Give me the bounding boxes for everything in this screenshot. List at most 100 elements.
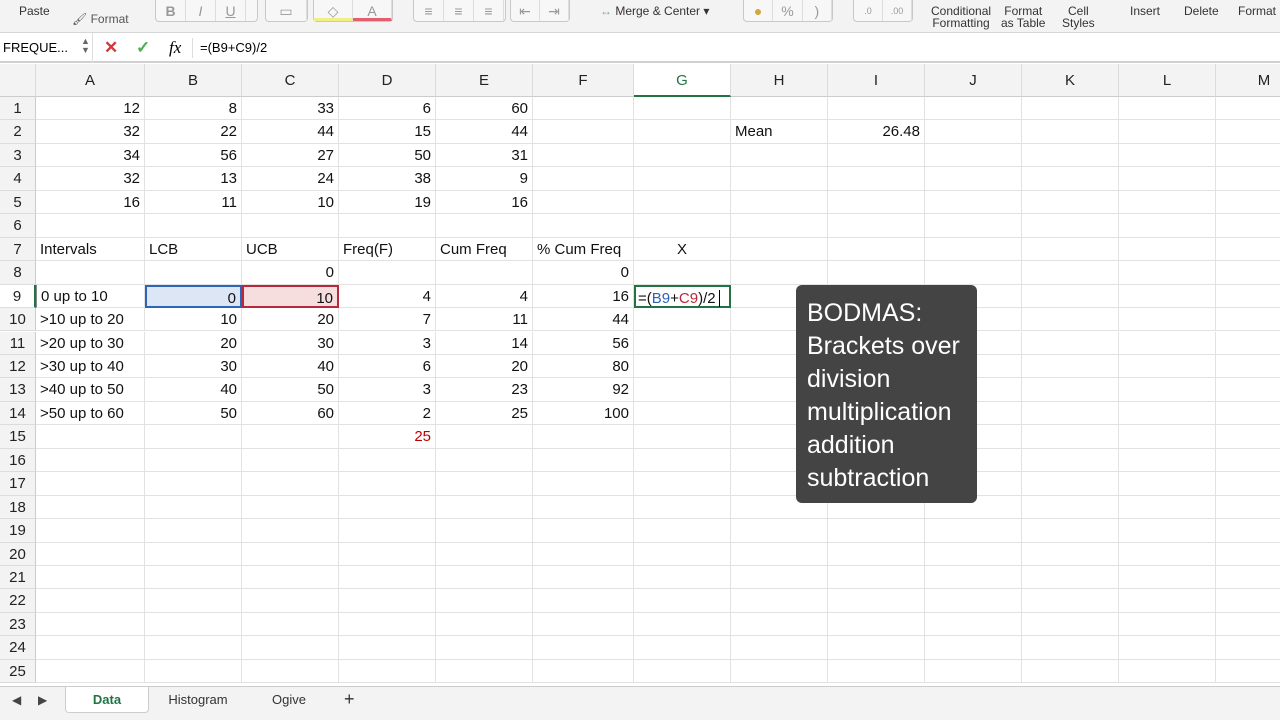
cell-M3[interactable] <box>1216 144 1280 168</box>
cell-M1[interactable] <box>1216 97 1280 121</box>
cell-A23[interactable] <box>36 612 145 637</box>
cell-M10[interactable] <box>1216 308 1280 332</box>
cell-A19[interactable] <box>36 519 145 543</box>
column-header-D[interactable]: D <box>339 64 436 97</box>
format-cells-button[interactable]: Format <box>1238 5 1276 17</box>
cell-D14[interactable]: 2 <box>339 401 436 426</box>
row-header-5[interactable]: 5 <box>0 190 36 215</box>
cell-B25[interactable] <box>145 659 242 684</box>
cell-K3[interactable] <box>1022 143 1119 168</box>
function-icon[interactable]: fx <box>169 38 181 58</box>
cell-H20[interactable] <box>731 542 828 566</box>
cell-B16[interactable] <box>145 448 242 473</box>
cell-M4[interactable] <box>1216 167 1280 191</box>
cell-A16[interactable] <box>36 448 145 473</box>
cell-F10[interactable]: 44 <box>533 308 634 332</box>
cell-D25[interactable] <box>339 659 436 684</box>
cell-C16[interactable] <box>242 448 339 473</box>
cell-C23[interactable] <box>242 612 339 637</box>
cell-J22[interactable] <box>925 589 1022 613</box>
row-header-19[interactable]: 19 <box>0 519 36 543</box>
cell-G7[interactable]: X <box>634 237 731 262</box>
cell-G21[interactable] <box>634 566 731 590</box>
column-header-G[interactable]: G <box>634 64 731 97</box>
cell-A18[interactable] <box>36 495 145 520</box>
add-sheet-button[interactable]: + <box>344 689 355 710</box>
comma-button[interactable]: ) <box>803 0 832 21</box>
column-header-A[interactable]: A <box>36 64 145 97</box>
format-painter-button[interactable]: 🖌 Format <box>72 13 129 25</box>
cell-F15[interactable] <box>533 425 634 449</box>
cell-E9[interactable]: 4 <box>436 284 533 309</box>
column-header-J[interactable]: J <box>925 64 1022 97</box>
cell-C13[interactable]: 50 <box>242 378 339 402</box>
cell-L17[interactable] <box>1119 472 1216 496</box>
cell-B19[interactable] <box>145 519 242 543</box>
fill-color-button[interactable]: ◇ <box>314 0 353 21</box>
cell-E1[interactable]: 60 <box>436 97 533 121</box>
cell-D12[interactable]: 6 <box>339 354 436 379</box>
cell-M2[interactable] <box>1216 120 1280 144</box>
cell-A24[interactable] <box>36 636 145 660</box>
cell-A20[interactable] <box>36 542 145 566</box>
cell-F22[interactable] <box>533 589 634 613</box>
cell-D10[interactable]: 7 <box>339 308 436 332</box>
cell-I24[interactable] <box>828 636 925 660</box>
cancel-icon[interactable]: ✕ <box>104 38 118 58</box>
cell-K14[interactable] <box>1022 401 1119 426</box>
cell-J8[interactable] <box>925 261 1022 285</box>
cell-F13[interactable]: 92 <box>533 378 634 402</box>
row-header-6[interactable]: 6 <box>0 214 36 238</box>
row-header-22[interactable]: 22 <box>0 589 36 613</box>
cell-styles-button[interactable]: Cell Styles <box>1062 5 1095 29</box>
paste-button[interactable]: Paste <box>19 5 50 17</box>
cell-B18[interactable] <box>145 495 242 520</box>
cell-C20[interactable] <box>242 542 339 566</box>
row-header-7[interactable]: 7 <box>0 237 36 262</box>
cell-F6[interactable] <box>533 214 634 238</box>
cell-G14[interactable] <box>634 401 731 426</box>
cell-I25[interactable] <box>828 659 925 684</box>
cell-C19[interactable] <box>242 519 339 543</box>
cell-D23[interactable] <box>339 612 436 637</box>
cell-B5[interactable]: 11 <box>145 190 242 215</box>
cell-M15[interactable] <box>1216 425 1280 449</box>
cell-G24[interactable] <box>634 636 731 660</box>
align-right-button[interactable]: ≡ <box>474 0 504 21</box>
cell-J24[interactable] <box>925 636 1022 660</box>
cell-A10[interactable]: >10 up to 20 <box>36 308 145 332</box>
column-header-C[interactable]: C <box>242 64 339 97</box>
cell-E21[interactable] <box>436 566 533 590</box>
cell-E15[interactable] <box>436 425 533 449</box>
cell-G18[interactable] <box>634 495 731 520</box>
cell-G22[interactable] <box>634 589 731 613</box>
cell-E22[interactable] <box>436 589 533 613</box>
cell-K2[interactable] <box>1022 120 1119 144</box>
cell-L21[interactable] <box>1119 566 1216 590</box>
cell-K13[interactable] <box>1022 378 1119 402</box>
cell-G15[interactable] <box>634 425 731 449</box>
cell-A1[interactable]: 12 <box>36 97 145 121</box>
cell-B14[interactable]: 50 <box>145 401 242 426</box>
cell-I8[interactable] <box>828 261 925 285</box>
cell-M24[interactable] <box>1216 636 1280 660</box>
cell-D3[interactable]: 50 <box>339 143 436 168</box>
row-header-11[interactable]: 11 <box>0 331 36 355</box>
cell-E20[interactable] <box>436 542 533 566</box>
cell-F11[interactable]: 56 <box>533 331 634 355</box>
cell-J7[interactable] <box>925 237 1022 262</box>
cell-G20[interactable] <box>634 542 731 566</box>
cell-F1[interactable] <box>533 97 634 121</box>
cell-D9[interactable]: 4 <box>339 284 436 309</box>
align-center-button[interactable]: ≡ <box>444 0 474 21</box>
select-all-corner[interactable] <box>0 64 36 97</box>
cell-E11[interactable]: 14 <box>436 331 533 355</box>
cell-E7[interactable]: Cum Freq <box>436 237 533 262</box>
cell-C3[interactable]: 27 <box>242 143 339 168</box>
cell-C8[interactable]: 0 <box>242 261 339 285</box>
prev-sheet-icon[interactable]: ◀ <box>12 693 21 707</box>
cell-D22[interactable] <box>339 589 436 613</box>
row-header-24[interactable]: 24 <box>0 636 36 660</box>
cell-E25[interactable] <box>436 659 533 684</box>
conditional-formatting-button[interactable]: Conditional Formatting <box>931 5 991 29</box>
